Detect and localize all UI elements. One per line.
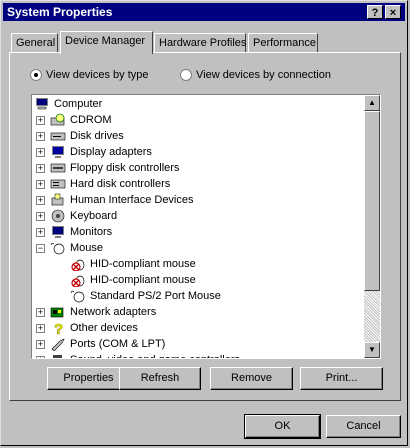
scroll-down-button[interactable]: ▼ xyxy=(364,342,380,358)
close-button[interactable]: × xyxy=(385,5,401,19)
tree-item[interactable]: Network adapters xyxy=(50,304,156,320)
disabled-mouse-icon xyxy=(71,275,85,287)
expand-icon[interactable]: + xyxy=(36,308,45,317)
remove-button[interactable]: Remove xyxy=(210,367,293,390)
expand-icon[interactable]: + xyxy=(36,212,45,221)
vertical-scrollbar[interactable]: ▲ ▼ xyxy=(364,95,380,358)
expand-icon[interactable]: + xyxy=(36,164,45,173)
tree-item-label: Other devices xyxy=(70,322,138,334)
device-tree[interactable]: Computer CDROM + Disk drives + Display adapte… xyxy=(31,94,381,359)
tree-item[interactable]: ? Other devices xyxy=(50,320,138,336)
tree-item-label: Mouse xyxy=(70,242,104,254)
tree-item[interactable]: Disk drives xyxy=(50,128,124,144)
print-button[interactable]: Print... xyxy=(300,367,383,390)
svg-text:?: ? xyxy=(54,321,63,335)
view-by-connection-label: View devices by connection xyxy=(196,69,331,81)
tree-item[interactable]: Sound, video and game controllers xyxy=(50,352,240,358)
expand-icon[interactable]: + xyxy=(36,196,45,205)
cancel-button[interactable]: Cancel xyxy=(326,415,401,438)
device-manager-panel: View devices by type View devices by con… xyxy=(9,52,401,401)
system-properties-window: System Properties ? × General Device Man… xyxy=(0,0,408,446)
expand-icon[interactable]: + xyxy=(36,324,45,333)
tree-item-label: Ports (COM & LPT) xyxy=(70,338,166,350)
tree-item-label: HID-compliant mouse xyxy=(90,258,196,270)
scroll-up-button[interactable]: ▲ xyxy=(364,95,380,111)
sound-icon xyxy=(53,355,62,358)
view-by-type-label: View devices by type xyxy=(46,69,149,81)
expand-icon[interactable]: + xyxy=(36,116,45,125)
tree-item-label: Computer xyxy=(54,98,103,110)
tree-item-label: Display adapters xyxy=(70,146,152,158)
tab-hardware-profiles[interactable]: Hardware Profiles xyxy=(154,33,246,53)
tree-item-label: Standard PS/2 Port Mouse xyxy=(90,290,221,302)
cdrom-icon xyxy=(50,113,65,126)
tree-item-label: Network adapters xyxy=(70,306,157,318)
disk-drive-icon xyxy=(50,132,66,141)
tree-item[interactable]: Hard disk controllers xyxy=(50,176,170,192)
tree-item-label: Floppy disk controllers xyxy=(70,162,180,174)
mouse-icon xyxy=(70,290,85,303)
tree-child-item[interactable]: HID-compliant mouse xyxy=(70,272,196,288)
floppy-controller-icon xyxy=(50,163,66,173)
tree-item-label: Sound, video and game controllers xyxy=(70,352,240,358)
tree-item[interactable]: CDROM xyxy=(50,112,112,128)
tree-child-item[interactable]: HID-compliant mouse xyxy=(70,256,196,272)
hid-icon xyxy=(51,193,64,206)
expand-icon[interactable]: + xyxy=(36,180,45,189)
expand-icon[interactable]: + xyxy=(36,148,45,157)
tree-item[interactable]: Keyboard xyxy=(50,208,117,224)
refresh-button[interactable]: Refresh xyxy=(119,367,201,390)
view-by-type-radio[interactable]: View devices by type xyxy=(30,69,149,81)
window-title: System Properties xyxy=(7,5,113,19)
tree-item[interactable]: Display adapters xyxy=(50,144,152,160)
tree-item-computer[interactable]: Computer xyxy=(34,96,102,112)
view-by-connection-radio[interactable]: View devices by connection xyxy=(180,69,331,81)
computer-icon xyxy=(36,98,48,110)
port-icon xyxy=(51,338,65,351)
tree-item[interactable]: Monitors xyxy=(50,224,112,240)
keyboard-icon xyxy=(51,209,65,223)
tree-item-label: Monitors xyxy=(70,226,113,238)
monitor-icon xyxy=(52,226,64,238)
properties-button[interactable]: Properties xyxy=(47,367,130,390)
display-adapter-icon xyxy=(52,146,64,158)
expand-icon[interactable]: + xyxy=(36,132,45,141)
expand-icon[interactable]: + xyxy=(36,340,45,349)
radio-selected-indicator xyxy=(30,69,42,81)
tree-item-label: CDROM xyxy=(70,114,112,126)
tree-item[interactable]: Human Interface Devices xyxy=(50,192,194,208)
tree-item-label: Human Interface Devices xyxy=(70,194,194,206)
tab-device-manager[interactable]: Device Manager xyxy=(60,31,153,54)
device-tree-content: Computer CDROM + Disk drives + Display adapte… xyxy=(32,95,364,358)
mouse-icon xyxy=(50,242,65,255)
tree-item[interactable]: Ports (COM & LPT) xyxy=(50,336,165,352)
tree-item-label: Hard disk controllers xyxy=(70,178,171,190)
scroll-thumb[interactable] xyxy=(364,111,380,291)
tree-item-label: HID-compliant mouse xyxy=(90,274,196,286)
ok-button[interactable]: OK xyxy=(244,414,321,439)
hard-disk-controller-icon xyxy=(50,179,66,189)
title-bar[interactable]: System Properties ? × xyxy=(3,3,405,21)
tab-general[interactable]: General xyxy=(11,33,58,53)
scroll-track[interactable] xyxy=(364,291,380,342)
tree-item[interactable]: Mouse xyxy=(50,240,103,256)
question-icon: ? xyxy=(54,321,64,335)
tree-item-label: Keyboard xyxy=(70,210,118,222)
tree-child-item[interactable]: Standard PS/2 Port Mouse xyxy=(70,288,221,304)
help-button[interactable]: ? xyxy=(367,5,383,19)
network-adapter-icon xyxy=(50,307,64,318)
collapse-icon[interactable]: − xyxy=(36,244,45,253)
radio-unselected-indicator xyxy=(180,69,192,81)
disabled-mouse-icon xyxy=(71,259,85,271)
tree-item-label: Disk drives xyxy=(70,130,124,142)
expand-icon[interactable]: + xyxy=(36,228,45,237)
tree-item[interactable]: Floppy disk controllers xyxy=(50,160,179,176)
expand-icon[interactable]: + xyxy=(36,356,45,358)
tab-performance[interactable]: Performance xyxy=(248,33,318,53)
